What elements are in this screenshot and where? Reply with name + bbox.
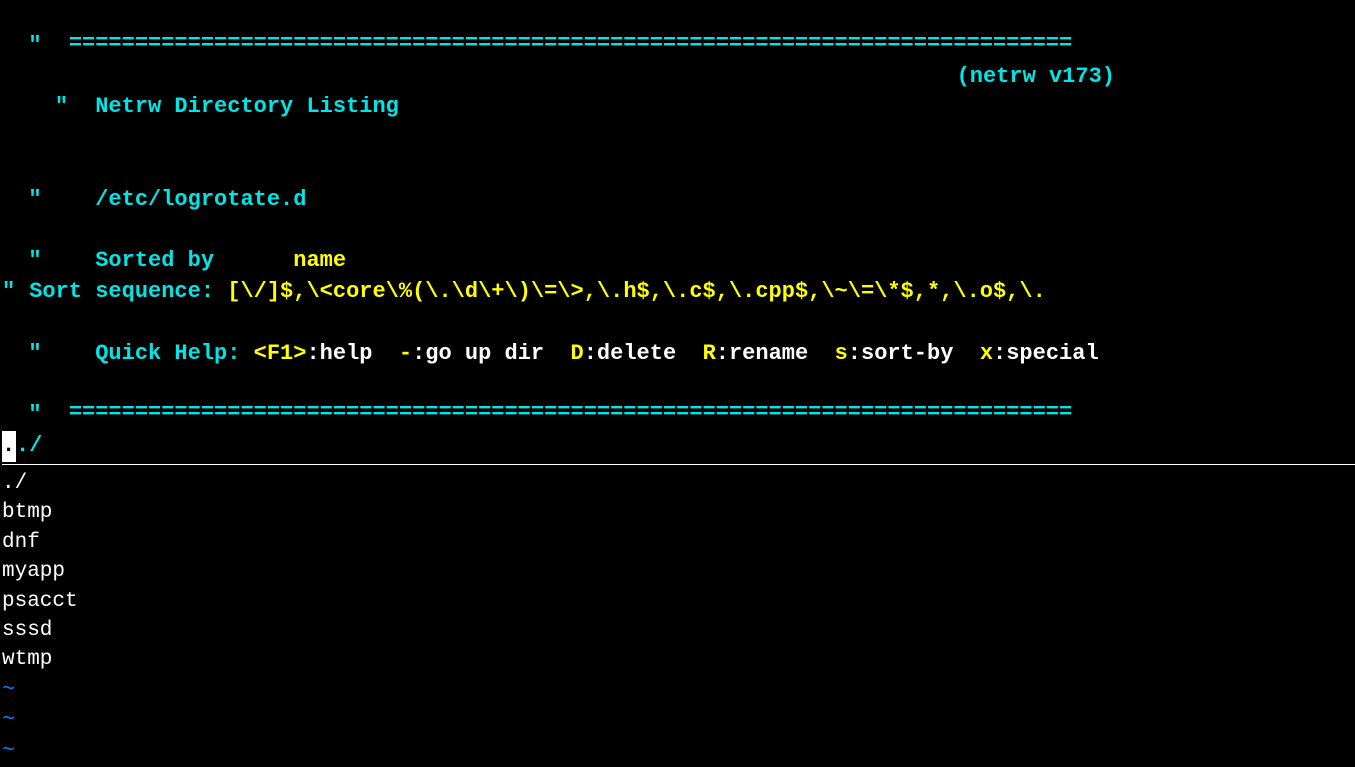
empty-line-tilde: ~ [2,736,1355,767]
help-x-desc: :special [993,341,1099,366]
quote-char: " [55,92,69,123]
netrw-title: Netrw Directory Listing [95,94,399,119]
quote-char: " [28,339,42,370]
dir-entry[interactable]: ./ [2,469,1355,498]
file-entry[interactable]: sssd [2,616,1355,645]
empty-line-tilde: ~ [2,675,1355,706]
file-entry[interactable]: psacct [2,587,1355,616]
current-path: /etc/logrotate.d [95,187,306,212]
netrw-version: (netrw v173) [957,62,1115,154]
sorted-by-value: name [293,248,346,273]
cursor-block: . [2,431,16,462]
header-rule-top: " ======================================… [2,0,1355,62]
sorted-by-label: Sorted by [95,248,214,273]
help-d-desc: :delete [584,341,676,366]
header-path-line: " /etc/logrotate.d [2,154,1355,216]
file-entry[interactable]: wtmp [2,645,1355,674]
help-s-key: s [835,341,848,366]
header-sortseq-line: " Sort sequence: [\/]$,\<core\%(\.\d\+\)… [2,277,1355,308]
quote-char: " [28,246,42,277]
current-dir-entry[interactable]: ./ [16,433,42,458]
empty-line-tilde: ~ [2,705,1355,736]
split-divider [2,464,1355,465]
quote-char: " [28,31,42,62]
header-rule-bottom: " ======================================… [2,370,1355,432]
help-f1-key: <F1> [254,341,307,366]
quote-char: " [2,277,16,308]
sort-seq-label: Sort sequence: [29,279,214,304]
sort-seq-value: [\/]$,\<core\%(\.\d\+\)\=\>,\.h$,\.c$,\.… [227,279,1046,304]
help-s-desc: :sort-by [848,341,954,366]
header-help-line: " Quick Help: <F1>:help -:go up dir D:de… [2,308,1355,370]
quote-char: " [28,185,42,216]
help-dash-desc: :go up dir [412,341,544,366]
quote-char: " [28,400,42,431]
help-dash-key: - [399,341,412,366]
help-r-key: R [703,341,716,366]
file-entry[interactable]: btmp [2,498,1355,527]
header-sorted-line: " Sorted by name [2,216,1355,278]
header-title-line: " Netrw Directory Listing (netrw v173) [2,62,1355,154]
file-entry[interactable]: myapp [2,557,1355,586]
help-d-key: D [571,341,584,366]
help-x-key: x [980,341,993,366]
help-r-desc: :rename [716,341,808,366]
cursor-line[interactable]: ../ [2,431,1355,462]
help-label: Quick Help: [95,341,240,366]
help-f1-desc: :help [306,341,372,366]
file-entry[interactable]: dnf [2,528,1355,557]
